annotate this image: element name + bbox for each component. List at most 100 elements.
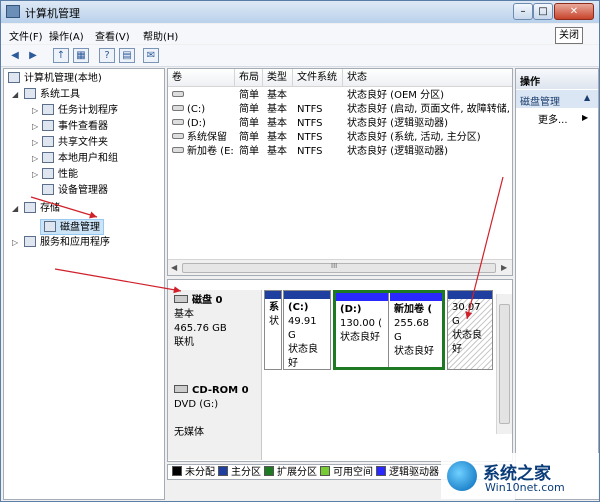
table-cell: 简单 [239,118,259,129]
help-icon[interactable]: ? [99,48,115,63]
tree-item-services[interactable]: 服务和应用程序 [24,235,110,251]
collapse-arrow-icon[interactable]: ◢ [12,87,18,103]
tree-item-label: 计算机管理(本地) [24,73,102,84]
table-row[interactable]: 新加卷 (E:) 简单 基本 NTFS 状态良好 (逻辑驱动器) [168,145,512,159]
show-hide-tree-icon[interactable]: ▦ [73,48,89,63]
column-header-type[interactable]: 类型 [263,69,293,87]
scrollbar-thumb[interactable]: III [182,262,496,273]
actions-header: 操作 [516,69,598,89]
expand-arrow-icon[interactable]: ▷ [32,151,38,167]
table-cell: 状态良好 (启动, 页面文件, 故障转储, [347,104,510,115]
menu-file[interactable]: 文件(F) [9,28,43,43]
table-row[interactable]: 简单 基本 状态良好 (OEM 分区) [168,89,512,103]
scroll-left-icon[interactable]: ◀ [171,263,177,272]
collapse-up-icon[interactable]: ▲ [584,93,590,102]
disk0-size: 465.76 GB [174,323,227,334]
partition-system-reserved[interactable]: 系 状 [264,290,282,370]
cdrom-media: 无媒体 [174,427,204,438]
table-cell: NTFS [297,104,323,115]
menu-action[interactable]: 操作(A) [49,28,84,43]
table-cell: NTFS [297,146,323,157]
tree-item-label: 系统工具 [40,89,80,100]
device-manager-icon [42,184,54,195]
forward-icon[interactable]: ▶ [25,48,41,63]
table-cell: 状态良好 (逻辑驱动器) [347,146,448,157]
partition-size: 30.07 G [452,302,481,327]
more-actions-link[interactable]: 更多... [538,111,568,126]
legend-label: 主分区 [231,467,261,478]
back-icon[interactable]: ◀ [7,48,23,63]
legend-label: 逻辑驱动器 [389,467,439,478]
partition-label: 系 [269,302,279,313]
actions-pane: 操作 磁盘管理 ▲ 更多... ▶ [515,68,599,500]
legend-swatch [172,466,182,476]
legend-swatch [264,466,274,476]
vertical-scrollbar[interactable] [496,294,512,434]
table-row[interactable]: (D:) 简单 基本 NTFS 状态良好 (逻辑驱动器) [168,117,512,131]
users-icon [42,152,54,163]
disk0-info[interactable]: 磁盘 0 基本 465.76 GB 联机 [168,290,262,380]
collapse-arrow-icon[interactable]: ◢ [12,201,18,217]
legend-logical: 逻辑驱动器 [376,465,439,481]
disk0-name: 磁盘 0 [192,295,223,306]
partition-c[interactable]: (C:) 49.91 G 状态良好 [283,290,331,370]
minimize-button[interactable]: – [513,3,533,20]
legend-swatch [376,466,386,476]
table-row[interactable]: (C:) 简单 基本 NTFS 状态良好 (启动, 页面文件, 故障转储, [168,103,512,117]
tree-item-performance[interactable]: 性能 [42,167,78,183]
tree-item-local-users[interactable]: 本地用户和组 [42,151,118,167]
legend-label: 未分配 [185,467,215,478]
scroll-right-icon[interactable]: ▶ [501,263,507,272]
partition-oem[interactable]: 30.07 G 状态良好 [447,290,493,370]
up-level-icon[interactable]: ↑ [53,48,69,63]
expand-arrow-icon[interactable]: ▷ [32,103,38,119]
tree-item-disk-management[interactable]: 磁盘管理 [40,219,104,235]
show-hide-action-pane-icon[interactable]: ▤ [119,48,135,63]
tree-item-root[interactable]: 计算机管理(本地) [8,71,102,87]
table-cell: 系统保留 [187,132,227,143]
tree-item-label: 任务计划程序 [58,105,118,116]
tree-item-system-tools[interactable]: 系统工具 [24,87,80,103]
table-cell: NTFS [297,132,323,143]
scrollbar-thumb[interactable] [499,304,510,424]
partition-e[interactable]: 新加卷 ( 255.68 G 状态良好 [390,293,442,367]
table-cell: 简单 [239,146,259,157]
tree-item-event-viewer[interactable]: 事件查看器 [42,119,108,135]
title-bar[interactable]: 计算机管理 – □ ✕ [1,1,599,23]
actions-section-label: 磁盘管理 [520,97,560,108]
column-header-volume[interactable]: 卷 [168,69,235,87]
tree-item-task-scheduler[interactable]: 任务计划程序 [42,103,118,119]
close-button[interactable]: ✕ [554,3,594,20]
column-header-layout[interactable]: 布局 [235,69,263,87]
event-log-icon [42,120,54,131]
actions-section-disk-management[interactable]: 磁盘管理 ▲ [516,90,598,108]
menu-help[interactable]: 帮助(H) [143,28,178,43]
watermark: 系统之家 Win10net.com [441,453,599,499]
table-cell: 简单 [239,132,259,143]
expand-arrow-icon[interactable]: ▷ [32,119,38,135]
legend-extended: 扩展分区 [264,465,317,481]
expand-arrow-icon[interactable]: ▷ [32,167,38,183]
maximize-button[interactable]: □ [533,3,553,20]
properties-icon[interactable]: ✉ [143,48,159,63]
partition-d[interactable]: (D:) 130.00 ( 状态良好 [336,293,389,367]
table-row[interactable]: 系统保留 简单 基本 NTFS 状态良好 (系统, 活动, 主分区) [168,131,512,145]
tree-item-storage[interactable]: 存储 [24,201,60,217]
tree-item-shared-folders[interactable]: 共享文件夹 [42,135,108,151]
cdrom-info[interactable]: CD-ROM 0 DVD (G:) 无媒体 [168,380,262,460]
expand-arrow-icon[interactable]: ▷ [12,235,18,251]
disk-icon [174,295,188,303]
expand-arrow-icon[interactable]: ▷ [32,135,38,151]
menu-view[interactable]: 查看(V) [95,28,130,43]
horizontal-scrollbar[interactable]: ◀ III ▶ [168,259,512,275]
watermark-url: Win10net.com [485,481,565,494]
column-header-status[interactable]: 状态 [343,69,512,87]
performance-icon [42,168,54,179]
extended-partition[interactable]: (D:) 130.00 ( 状态良好 新加卷 ( 255.68 G 状态良好 [333,290,445,370]
tree-item-device-manager[interactable]: 设备管理器 [42,183,108,199]
legend-swatch [218,466,228,476]
submenu-arrow-icon[interactable]: ▶ [582,113,588,122]
column-header-filesystem[interactable]: 文件系统 [293,69,343,87]
primary-partition-bar [265,291,281,299]
table-cell: 基本 [267,118,287,129]
